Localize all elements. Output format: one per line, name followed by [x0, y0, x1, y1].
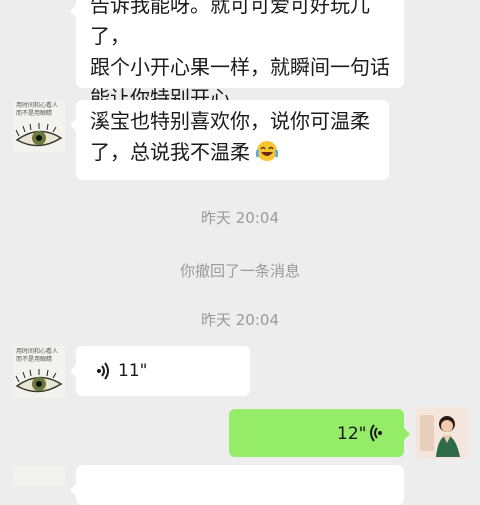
message-line: 告诉我能呀。就可可爱可好玩儿了， [90, 0, 370, 48]
message-bubble-partial[interactable] [70, 465, 404, 505]
contact-avatar[interactable]: 用时间和心看人 而不是用眼睛 [13, 346, 65, 398]
eye-icon [15, 123, 63, 147]
contact-avatar[interactable] [13, 466, 65, 486]
laughing-crying-emoji-icon [256, 141, 279, 161]
voice-message-incoming[interactable]: 11" [70, 346, 250, 396]
message-bubble-1[interactable]: 告诉我能呀。就可可爱可好玩儿了， 跟个小开心果一样，就瞬间一句话 能让你特别开心… [70, 0, 404, 110]
eye-icon [15, 369, 63, 393]
message-line: 跟个小开心果一样，就瞬间一句话 [90, 55, 390, 79]
voice-duration: 11" [118, 361, 148, 381]
avatar-caption: 用时间和心看人 而不是用眼睛 [16, 348, 59, 363]
voice-wave-icon [370, 424, 382, 442]
voice-wave-icon [97, 362, 109, 380]
timestamp: 昨天 20:04 [201, 209, 279, 227]
timestamp: 昨天 20:04 [201, 311, 279, 329]
voice-duration: 12" [337, 424, 367, 444]
voice-message-outgoing[interactable]: 12" [229, 409, 410, 457]
recall-notice[interactable]: 你撤回了一条消息 [0, 260, 480, 281]
self-avatar[interactable] [416, 407, 468, 459]
contact-avatar[interactable]: 用时间和心看人 而不是用眼睛 [13, 100, 65, 152]
message-line: 了，总说我不温柔 [76, 137, 389, 168]
avatar-caption: 用时间和心看人 而不是用眼睛 [16, 102, 59, 117]
message-line: 溪宝也特别喜欢你，说你可温柔 [90, 109, 370, 133]
message-bubble-2[interactable]: 溪宝也特别喜欢你，说你可温柔 了，总说我不温柔 [70, 100, 389, 180]
portrait-icon [416, 407, 468, 459]
